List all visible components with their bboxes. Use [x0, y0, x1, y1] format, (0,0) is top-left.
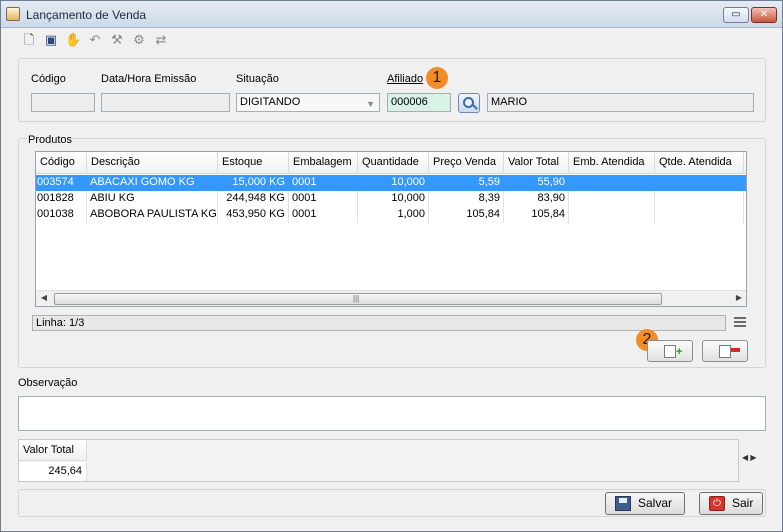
observacao-label: Observação	[18, 377, 78, 389]
cell-valor-total: 83,90	[504, 191, 569, 207]
table-row[interactable]: 003574 ABACAXI GOMO KG 15,000 KG 0001 10…	[36, 175, 746, 191]
cell-preco: 105,84	[429, 207, 504, 223]
column-header-descricao[interactable]: Descrição	[87, 152, 218, 174]
arrow-right-icon[interactable]: ▶	[750, 453, 756, 462]
totals-panel: Valor Total 245,64	[18, 439, 739, 482]
header-group	[18, 58, 766, 122]
power-off-icon: ⏻	[709, 496, 725, 511]
chevron-down-icon: ▼	[366, 99, 375, 109]
total-value: 245,64	[19, 462, 87, 481]
scroll-left-icon[interactable]: ◀	[38, 293, 50, 302]
table-row[interactable]: 001828 ABIU KG 244,948 KG 0001 10,000 8,…	[36, 191, 746, 207]
produtos-table[interactable]: Código Descrição Estoque Embalagem Quant…	[35, 151, 747, 307]
cell-embalagem: 0001	[289, 175, 358, 191]
exit-button[interactable]: ⏻ Sair	[699, 492, 763, 515]
cell-valor-total: 105,84	[504, 207, 569, 223]
menu-icon[interactable]	[734, 317, 746, 327]
situacao-value: DIGITANDO	[240, 96, 301, 108]
cell-codigo: 001038	[36, 207, 87, 223]
table-header: Código Descrição Estoque Embalagem Quant…	[36, 152, 746, 174]
arrow-left-icon[interactable]: ◀	[742, 453, 748, 462]
cell-descricao: ABACAXI GOMO KG	[87, 175, 218, 191]
undo-icon[interactable]: ↶	[87, 32, 103, 48]
totals-scroll-arrows[interactable]: ◀ ▶	[742, 453, 757, 462]
cell-embalagem: 0001	[289, 191, 358, 207]
column-header-codigo[interactable]: Código	[36, 152, 87, 174]
cell-quantidade: 10,000	[358, 175, 429, 191]
row-status: Linha: 1/3	[32, 315, 726, 331]
observacao-textarea[interactable]	[18, 396, 766, 431]
remove-item-button[interactable]	[702, 340, 748, 362]
afiliado-code-field[interactable]: 000006	[387, 93, 451, 112]
total-label: Valor Total	[19, 440, 87, 461]
annotation-badge-1: 1	[426, 67, 448, 89]
remove-document-icon	[719, 345, 740, 358]
tool-icon[interactable]: ⚒	[109, 32, 125, 48]
table-row[interactable]: 001038 ABOBORA PAULISTA KG 453,950 KG 00…	[36, 207, 746, 223]
floppy-disk-icon	[615, 496, 631, 511]
column-header-qtde-atendida[interactable]: Qtde. Atendida	[655, 152, 744, 174]
cell-descricao: ABOBORA PAULISTA KG	[87, 207, 218, 223]
cell-emb-atendida	[569, 175, 655, 191]
cell-estoque: 15,000 KG	[218, 175, 289, 191]
horizontal-scrollbar[interactable]: ◀ ||| ▶	[36, 290, 746, 306]
produtos-title: Produtos	[27, 134, 74, 146]
data-emissao-field[interactable]	[101, 93, 230, 112]
afiliado-label[interactable]: Afiliado	[387, 73, 423, 85]
cell-qtde-atendida	[655, 191, 744, 207]
save-button[interactable]: Salvar	[605, 492, 685, 515]
add-item-button[interactable]: +	[647, 340, 693, 362]
scrollbar-thumb[interactable]: |||	[54, 293, 662, 305]
cell-estoque: 453,950 KG	[218, 207, 289, 223]
title-bar: Lançamento de Venda ▭ ✕	[1, 1, 782, 28]
column-header-emb-atendida[interactable]: Emb. Atendida	[569, 152, 655, 174]
magnifier-handle	[472, 104, 478, 110]
cell-emb-atendida	[569, 191, 655, 207]
save-icon[interactable]: ▣	[43, 32, 59, 48]
cell-preco: 8,39	[429, 191, 504, 207]
column-header-preco[interactable]: Preço Venda	[429, 152, 504, 174]
sales-entry-window: Lançamento de Venda ▭ ✕ 🗋 ▣ ✋ ↶ ⚒ ⚙ ⇄ Có…	[0, 0, 783, 532]
cell-quantidade: 1,000	[358, 207, 429, 223]
cell-codigo: 003574	[36, 175, 87, 191]
cell-quantidade: 10,000	[358, 191, 429, 207]
save-button-label: Salvar	[638, 496, 673, 510]
cell-preco: 5,59	[429, 175, 504, 191]
grip-icon: |||	[353, 294, 360, 303]
new-document-icon[interactable]: 🗋	[21, 32, 37, 48]
cell-descricao: ABIU KG	[87, 191, 218, 207]
codigo-field[interactable]	[31, 93, 95, 112]
share-icon[interactable]: ⇄	[153, 32, 169, 48]
afiliado-name-field: MARIO	[487, 93, 754, 112]
cell-valor-total: 55,90	[504, 175, 569, 191]
column-header-quantidade[interactable]: Quantidade	[358, 152, 429, 174]
cell-embalagem: 0001	[289, 207, 358, 223]
afiliado-search-button[interactable]	[458, 93, 480, 113]
codigo-label: Código	[31, 73, 66, 85]
edit-icon[interactable]: ✋	[65, 32, 81, 48]
scroll-right-icon[interactable]: ▶	[733, 293, 745, 302]
cell-emb-atendida	[569, 207, 655, 223]
column-header-embalagem[interactable]: Embalagem	[289, 152, 358, 174]
close-button[interactable]: ✕	[751, 7, 777, 23]
cell-estoque: 244,948 KG	[218, 191, 289, 207]
java-app-icon	[6, 7, 20, 21]
cell-qtde-atendida	[655, 175, 744, 191]
cell-codigo: 001828	[36, 191, 87, 207]
restore-button[interactable]: ▭	[723, 7, 749, 23]
cell-qtde-atendida	[655, 207, 744, 223]
situacao-select[interactable]: DIGITANDO ▼	[236, 93, 380, 112]
exit-button-label: Sair	[732, 496, 754, 510]
data-emissao-label: Data/Hora Emissão	[101, 73, 197, 85]
add-document-icon: +	[664, 345, 682, 358]
window-title: Lançamento de Venda	[26, 8, 147, 22]
column-header-estoque[interactable]: Estoque	[218, 152, 289, 174]
situacao-label: Situação	[236, 73, 279, 85]
settings-icon[interactable]: ⚙	[131, 32, 147, 48]
column-header-valor-total[interactable]: Valor Total	[504, 152, 569, 174]
